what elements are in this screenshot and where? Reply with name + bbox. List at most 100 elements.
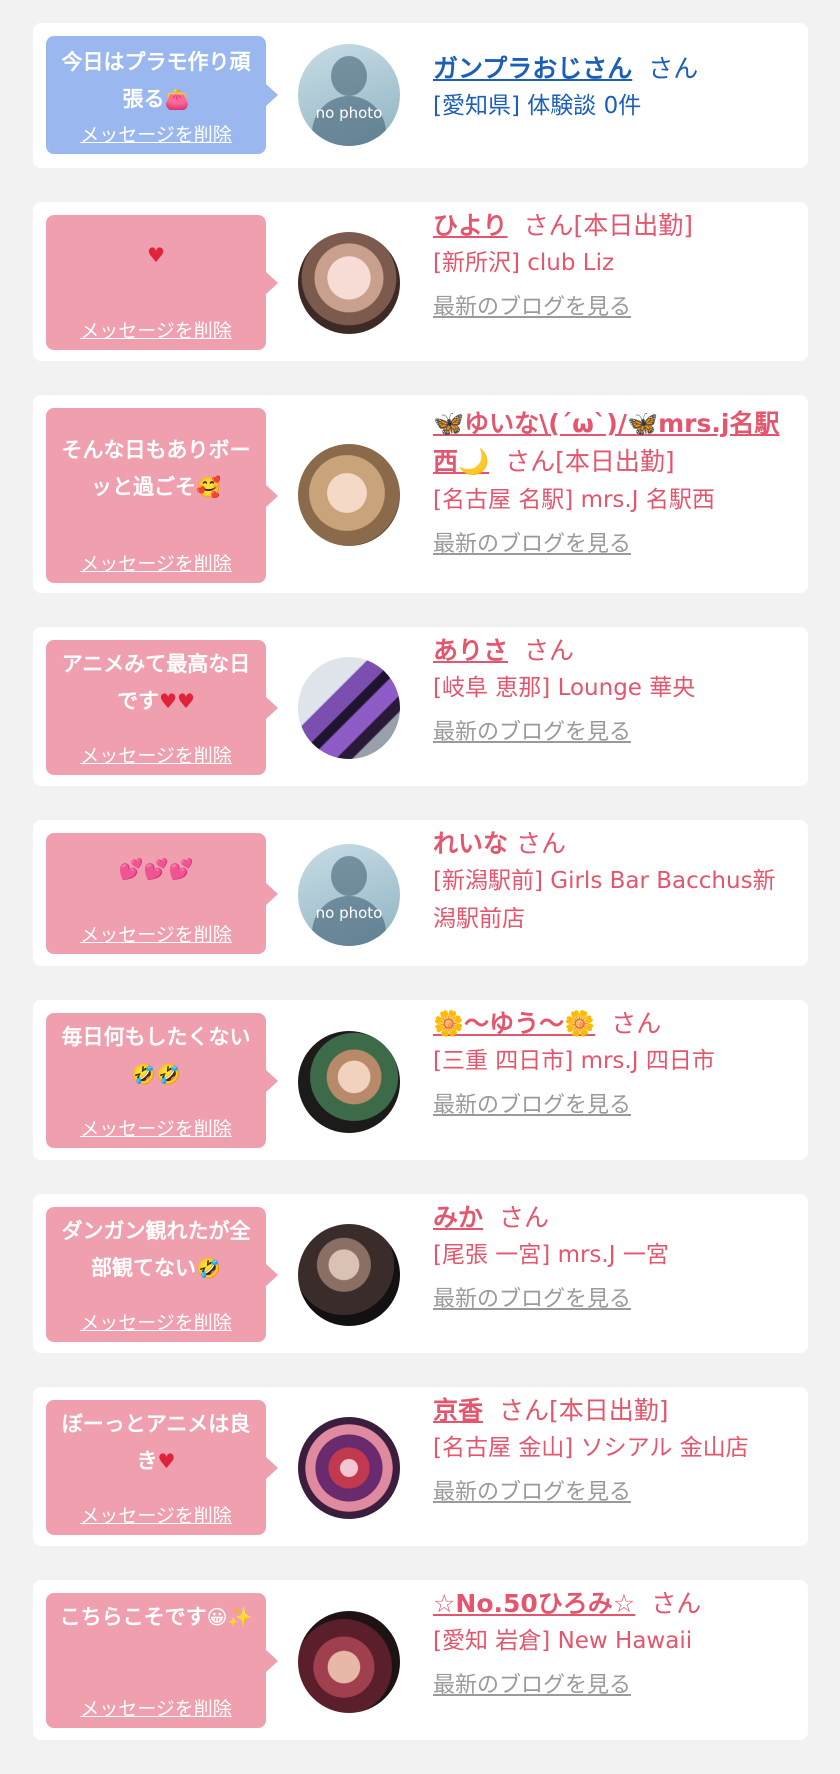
message-bubble: ぼーっとアニメは良き♥ メッセージを削除 <box>46 1400 278 1535</box>
avatar[interactable]: no photo <box>298 844 400 946</box>
message-bubble: ダンガン観れたが全部観てない🤣 メッセージを削除 <box>46 1207 278 1342</box>
message-bubble: そんな日もありボーッと過ごそ🥰 メッセージを削除 <box>46 408 278 583</box>
honorific: さん <box>611 1009 662 1038</box>
name-line: 🌼〜ゆう〜🌼 さん <box>433 1006 798 1042</box>
latest-blog-link[interactable]: 最新のブログを見る <box>433 1477 798 1509</box>
avatar[interactable] <box>298 1224 400 1326</box>
list-item: 毎日何もしたくない🤣🤣 メッセージを削除 🌼〜ゆう〜🌼 さん [三重 四日市] m… <box>33 1000 808 1160</box>
message-bubble: こちらこそです😀✨ メッセージを削除 <box>46 1593 278 1728</box>
location-text: [愛知 岩倉] New Hawaii <box>433 1628 693 1654</box>
avatar[interactable] <box>298 657 400 759</box>
message-bubble: 今日はプラモ作り頑張る👛 メッセージを削除 <box>46 36 278 154</box>
member-info: 🌼〜ゆう〜🌼 さん [三重 四日市] mrs.J 四日市 最新のブログを見る <box>433 1006 798 1122</box>
latest-blog-link[interactable]: 最新のブログを見る <box>433 717 798 749</box>
list-item: そんな日もありボーッと過ごそ🥰 メッセージを削除 🦋ゆいな\(´ω`)/🦋mrs… <box>33 395 808 593</box>
list-item: ぼーっとアニメは良き♥ メッセージを削除 京香 さん[本日出勤] [名古屋 金山]… <box>33 1387 808 1546</box>
honorific: さん <box>648 54 699 83</box>
message-text: ダンガン観れたが全部観てない🤣 <box>61 1219 251 1280</box>
avatar[interactable] <box>298 1611 400 1713</box>
name-line: ガンプラおじさん さん <box>433 51 798 87</box>
no-photo-label: no photo <box>315 904 383 922</box>
member-name-link[interactable]: ひより <box>433 211 508 240</box>
no-photo-label: no photo <box>315 104 383 122</box>
avatar[interactable]: no photo <box>298 44 400 146</box>
name-line: 🦋ゆいな\(´ω`)/🦋mrs.j名駅西🌙 さん[本日出勤] <box>433 405 798 481</box>
latest-blog-link[interactable]: 最新のブログを見る <box>433 1670 798 1702</box>
name-line: みか さん <box>433 1200 798 1236</box>
list-item: ♥ メッセージを削除 ひより さん[本日出勤] [新所沢] club Liz 最新… <box>33 202 808 361</box>
message-text: 今日はプラモ作り頑張る👛 <box>61 50 251 111</box>
member-name-link[interactable]: みか <box>433 1203 483 1232</box>
latest-blog-link[interactable]: 最新のブログを見る <box>433 529 798 561</box>
honorific: さん[本日出勤] <box>523 211 694 240</box>
honorific: さん <box>499 1203 550 1232</box>
message-bubble: 💕💕💕 メッセージを削除 <box>46 833 278 954</box>
location-text: [尾張 一宮] mrs.J 一宮 <box>433 1242 669 1268</box>
member-info: 京香 さん[本日出勤] [名古屋 金山] ソシアル 金山店 最新のブログを見る <box>433 1393 798 1509</box>
member-info: みか さん [尾張 一宮] mrs.J 一宮 最新のブログを見る <box>433 1200 798 1316</box>
message-bubble: ♥ メッセージを削除 <box>46 215 278 350</box>
avatar[interactable] <box>298 1417 400 1519</box>
message-bubble: アニメみて最高な日です♥♥ メッセージを削除 <box>46 640 278 775</box>
delete-message-link[interactable]: メッセージを削除 <box>46 922 266 948</box>
honorific: さん <box>524 636 575 665</box>
member-name-link[interactable]: 🌼〜ゆう〜🌼 <box>433 1009 595 1038</box>
honorific: さん <box>651 1589 702 1618</box>
delete-message-link[interactable]: メッセージを削除 <box>46 122 266 148</box>
location-text: [名古屋 名駅] mrs.J 名駅西 <box>433 487 715 513</box>
location-text: [新所沢] club Liz <box>433 250 615 276</box>
name-line: ありさ さん <box>433 633 798 669</box>
location-text: [名古屋 金山] ソシアル 金山店 <box>433 1435 749 1461</box>
list-item: アニメみて最高な日です♥♥ メッセージを削除 ありさ さん [岐阜 恵那] Lou… <box>33 627 808 786</box>
delete-message-link[interactable]: メッセージを削除 <box>46 318 266 344</box>
latest-blog-link[interactable]: 最新のブログを見る <box>433 1090 798 1122</box>
latest-blog-link[interactable]: 最新のブログを見る <box>433 292 798 324</box>
name-line: れいな さん <box>433 826 798 862</box>
member-name-link[interactable]: ガンプラおじさん <box>433 54 632 83</box>
location-text: [愛知県] 体験談 0件 <box>433 93 642 119</box>
list-item: こちらこそです😀✨ メッセージを削除 ☆No.50ひろみ☆ さん [愛知 岩倉] … <box>33 1580 808 1740</box>
honorific: さん <box>516 829 567 858</box>
member-info: ひより さん[本日出勤] [新所沢] club Liz 最新のブログを見る <box>433 208 798 324</box>
delete-message-link[interactable]: メッセージを削除 <box>46 1503 266 1529</box>
delete-message-link[interactable]: メッセージを削除 <box>46 1310 266 1336</box>
name-line: ☆No.50ひろみ☆ さん <box>433 1586 798 1622</box>
message-bubble: 毎日何もしたくない🤣🤣 メッセージを削除 <box>46 1013 278 1148</box>
name-line: 京香 さん[本日出勤] <box>433 1393 798 1429</box>
avatar[interactable] <box>298 444 400 546</box>
message-text: こちらこそです😀✨ <box>59 1605 253 1629</box>
delete-message-link[interactable]: メッセージを削除 <box>46 743 266 769</box>
location-text: [岐阜 恵那] Lounge 華央 <box>433 675 696 701</box>
member-name: れいな <box>433 829 509 858</box>
name-line: ひより さん[本日出勤] <box>433 208 798 244</box>
latest-blog-link[interactable]: 最新のブログを見る <box>433 1284 798 1316</box>
delete-message-link[interactable]: メッセージを削除 <box>46 551 266 577</box>
member-info: ありさ さん [岐阜 恵那] Lounge 華央 最新のブログを見る <box>433 633 798 749</box>
member-name-link[interactable]: 京香 <box>433 1396 483 1425</box>
member-info: ☆No.50ひろみ☆ さん [愛知 岩倉] New Hawaii 最新のブログを見… <box>433 1586 798 1702</box>
avatar-silhouette-head <box>331 56 367 96</box>
honorific: さん[本日出勤] <box>505 447 675 476</box>
message-text: 💕💕💕 <box>118 857 194 881</box>
message-text: ♥ <box>147 243 165 267</box>
delete-message-link[interactable]: メッセージを削除 <box>46 1696 266 1722</box>
list-item: 💕💕💕 メッセージを削除 no photo れいな さん [新潟駅前] Girls… <box>33 820 808 966</box>
delete-message-link[interactable]: メッセージを削除 <box>46 1116 266 1142</box>
avatar[interactable] <box>298 232 400 334</box>
avatar[interactable] <box>298 1031 400 1133</box>
list-item: ダンガン観れたが全部観てない🤣 メッセージを削除 みか さん [尾張 一宮] mr… <box>33 1194 808 1353</box>
message-text: アニメみて最高な日です♥♥ <box>61 652 251 713</box>
avatar-silhouette-head <box>331 856 367 896</box>
member-name-link[interactable]: ありさ <box>433 636 508 665</box>
member-info: 🦋ゆいな\(´ω`)/🦋mrs.j名駅西🌙 さん[本日出勤] [名古屋 名駅] m… <box>433 405 798 561</box>
location-text: [三重 四日市] mrs.J 四日市 <box>433 1048 715 1074</box>
honorific: さん[本日出勤] <box>499 1396 669 1425</box>
member-info: れいな さん [新潟駅前] Girls Bar Bacchus新潟駅前店 <box>433 826 798 938</box>
member-name-link[interactable]: ☆No.50ひろみ☆ <box>433 1589 635 1618</box>
list-item: 今日はプラモ作り頑張る👛 メッセージを削除 no photo ガンプラおじさんさ… <box>33 23 808 168</box>
member-info: ガンプラおじさん さん [愛知県] 体験談 0件 <box>433 51 798 125</box>
message-text: 毎日何もしたくない🤣🤣 <box>61 1025 251 1086</box>
message-text: そんな日もありボーッと過ごそ🥰 <box>61 438 251 499</box>
message-text: ぼーっとアニメは良き♥ <box>61 1412 251 1473</box>
location-text: [新潟駅前] Girls Bar Bacchus新潟駅前店 <box>433 868 776 932</box>
